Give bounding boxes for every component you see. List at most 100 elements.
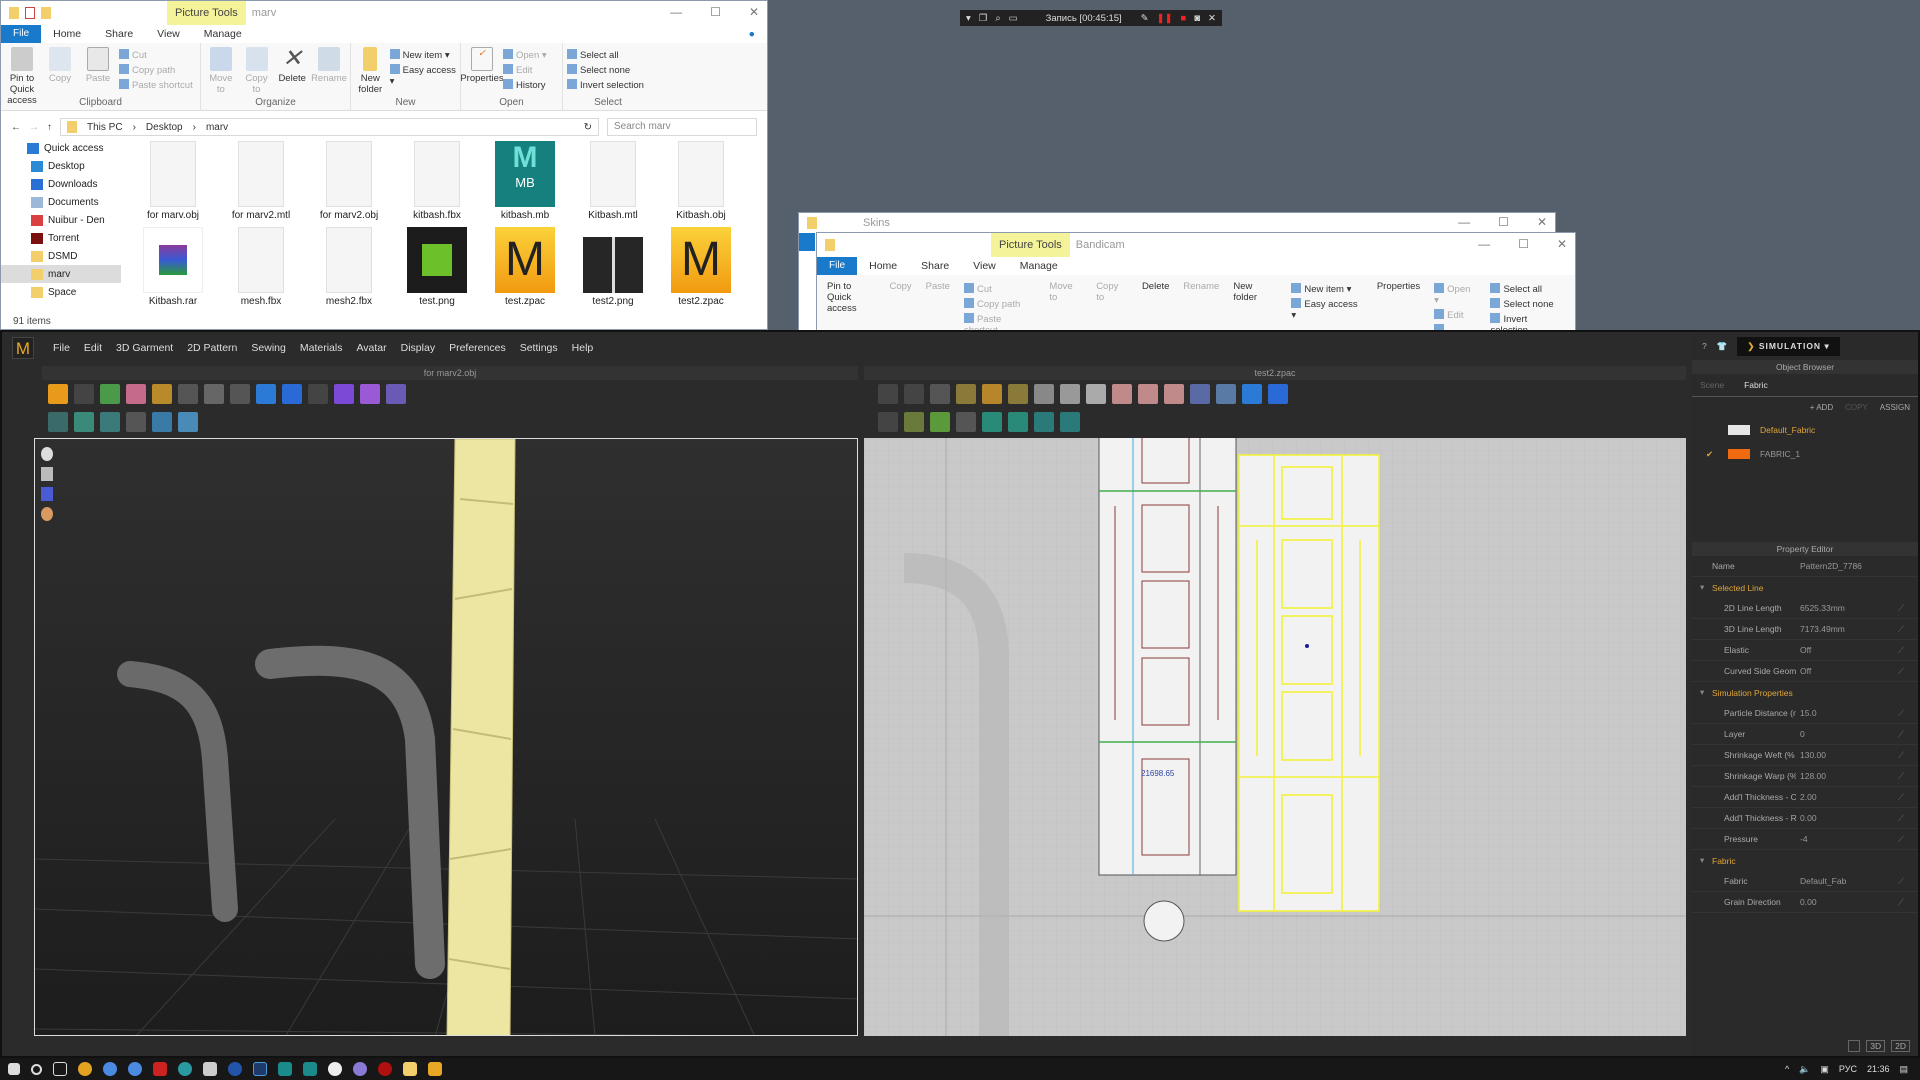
avatar-tshirt-icon[interactable]: 👕 [1717,341,1728,352]
file-item[interactable]: mesh.fbx [217,227,305,307]
tool-button-icon[interactable] [1164,384,1184,404]
edit-pencil-icon[interactable]: ⟋ [1898,624,1904,635]
tool-button-icon[interactable] [1268,384,1288,404]
edit-pencil-icon[interactable]: ⟋ [1898,750,1904,761]
edit-pencil-icon[interactable]: ⟋ [1898,813,1904,824]
maya-icon[interactable] [278,1062,292,1076]
tool-button-icon[interactable] [256,384,276,404]
maya-icon[interactable] [303,1062,317,1076]
tool-button-icon[interactable] [904,384,924,404]
app-icon[interactable] [103,1062,117,1076]
back-button[interactable]: ← [11,122,21,133]
menu-sewing[interactable]: Sewing [244,342,292,354]
tool-button-icon[interactable] [334,384,354,404]
minimize-button[interactable]: — [670,5,682,19]
tab-home[interactable]: Home [41,25,93,43]
address-bar[interactable]: This PC › Desktop › marv ↻ [60,118,599,136]
tool-button-icon[interactable] [230,384,250,404]
copy-fabric-button[interactable]: COPY [1845,403,1868,412]
property-value[interactable]: 15.0 [1796,708,1817,718]
tab-fabric[interactable]: Fabric [1744,380,1768,390]
menu-settings[interactable]: Settings [513,342,565,354]
menu-edit[interactable]: Edit [77,342,109,354]
nav-item[interactable]: Desktop [1,157,121,175]
property-value[interactable]: 0.00 [1796,813,1817,823]
file-item[interactable]: for marv2.mtl [217,141,305,221]
start-icon[interactable] [8,1063,20,1075]
zoom-icon[interactable]: ⌕ [995,13,1000,24]
edit-button[interactable]: Edit [1434,309,1476,321]
copy-to-button[interactable]: Copy to [1096,281,1128,331]
property-section[interactable]: Selected Line [1692,577,1918,598]
tool-button-icon[interactable] [126,384,146,404]
close-button[interactable]: ✕ [749,5,759,19]
nav-item[interactable]: Space [1,283,121,301]
tool-button-icon[interactable] [1034,412,1054,432]
tool-button-icon[interactable] [1060,384,1080,404]
edit-pencil-icon[interactable]: ⟋ [1898,834,1904,845]
cut-button[interactable]: Cut [964,283,1035,295]
tool-button-icon[interactable] [982,412,1002,432]
property-value[interactable]: 0 [1796,729,1805,739]
open-button[interactable]: Open ▾ [1434,283,1476,306]
mode-selector[interactable]: ❯ SIMULATION ▾ [1737,336,1840,356]
new-folder-qat-icon[interactable] [41,7,51,19]
tool-button-icon[interactable] [178,384,198,404]
view-2d-button[interactable]: 2D [1891,1040,1910,1052]
tab-file[interactable]: File [1,25,42,43]
photoshop-icon[interactable] [253,1062,267,1076]
add-fabric-button[interactable]: + ADD [1810,403,1833,412]
edit-pencil-icon[interactable]: ⟋ [1898,603,1904,614]
menu-preferences[interactable]: Preferences [442,342,513,354]
search-icon[interactable] [31,1063,42,1075]
tool-button-icon[interactable] [126,412,146,432]
up-button[interactable]: ↑ [47,122,52,133]
search-input[interactable]: Search marv [607,118,757,136]
cut-button[interactable]: Cut [119,49,193,61]
menu-2d-pattern[interactable]: 2D Pattern [180,342,244,354]
pattern-left[interactable]: 21698.65 [1098,438,1237,876]
file-item[interactable]: mesh2.fbx [305,227,393,307]
paste-shortcut-button[interactable]: Paste shortcut [119,79,193,91]
clock[interactable]: 21:36 [1867,1064,1890,1075]
file-item[interactable]: M MB kitbash.mb [481,141,569,221]
copy-button[interactable]: Copy [889,281,911,331]
app-icon[interactable] [353,1062,367,1076]
easy-access-button[interactable]: Easy access ▾ [1291,298,1362,321]
tool-button-icon[interactable] [1138,384,1158,404]
property-value[interactable]: 0.00 [1796,897,1817,907]
invert-selection-button[interactable]: Invert selection [567,79,644,91]
open-button[interactable]: Open ▾ [503,49,547,61]
refresh-icon[interactable]: ↻ [584,122,592,133]
tab-file[interactable]: File [817,257,858,275]
new-item-button[interactable]: New item ▾ [1291,283,1362,295]
edit-pencil-icon[interactable]: ⟋ [1898,708,1904,719]
select-all-button[interactable]: Select all [567,49,644,61]
chrome-icon[interactable] [78,1062,92,1076]
app-icon[interactable] [203,1062,217,1076]
pin-quick-access-button[interactable]: Pin to Quick access [827,281,875,331]
menu-3d-garment[interactable]: 3D Garment [109,342,180,354]
easy-access-button[interactable]: Easy access ▾ [390,64,456,87]
select-none-button[interactable]: Select none [1490,298,1565,310]
nav-item[interactable]: marv [1,265,121,283]
menu-help[interactable]: Help [565,342,601,354]
network-icon[interactable]: ▣ [1820,1064,1829,1075]
tab-manage[interactable]: Manage [1008,257,1070,275]
menu-display[interactable]: Display [394,342,442,354]
tab-scene[interactable]: Scene [1700,380,1724,390]
view-3d-button[interactable]: 3D [1866,1040,1886,1052]
rename-button[interactable]: Rename [1183,281,1219,331]
tool-button-icon[interactable] [878,384,898,404]
tool-button-icon[interactable] [74,384,94,404]
3d-viewport[interactable] [34,438,858,1036]
property-section[interactable]: Fabric [1692,850,1918,871]
tool-button-icon[interactable] [360,384,380,404]
tool-button-icon[interactable] [1086,384,1106,404]
maximize-button[interactable]: ☐ [1498,215,1509,229]
property-section[interactable]: Simulation Properties [1692,682,1918,703]
app-icon[interactable] [178,1062,192,1076]
nav-item[interactable]: Nuibur - Den [1,211,121,229]
tool-button-icon[interactable] [904,412,924,432]
tool-button-icon[interactable] [152,384,172,404]
